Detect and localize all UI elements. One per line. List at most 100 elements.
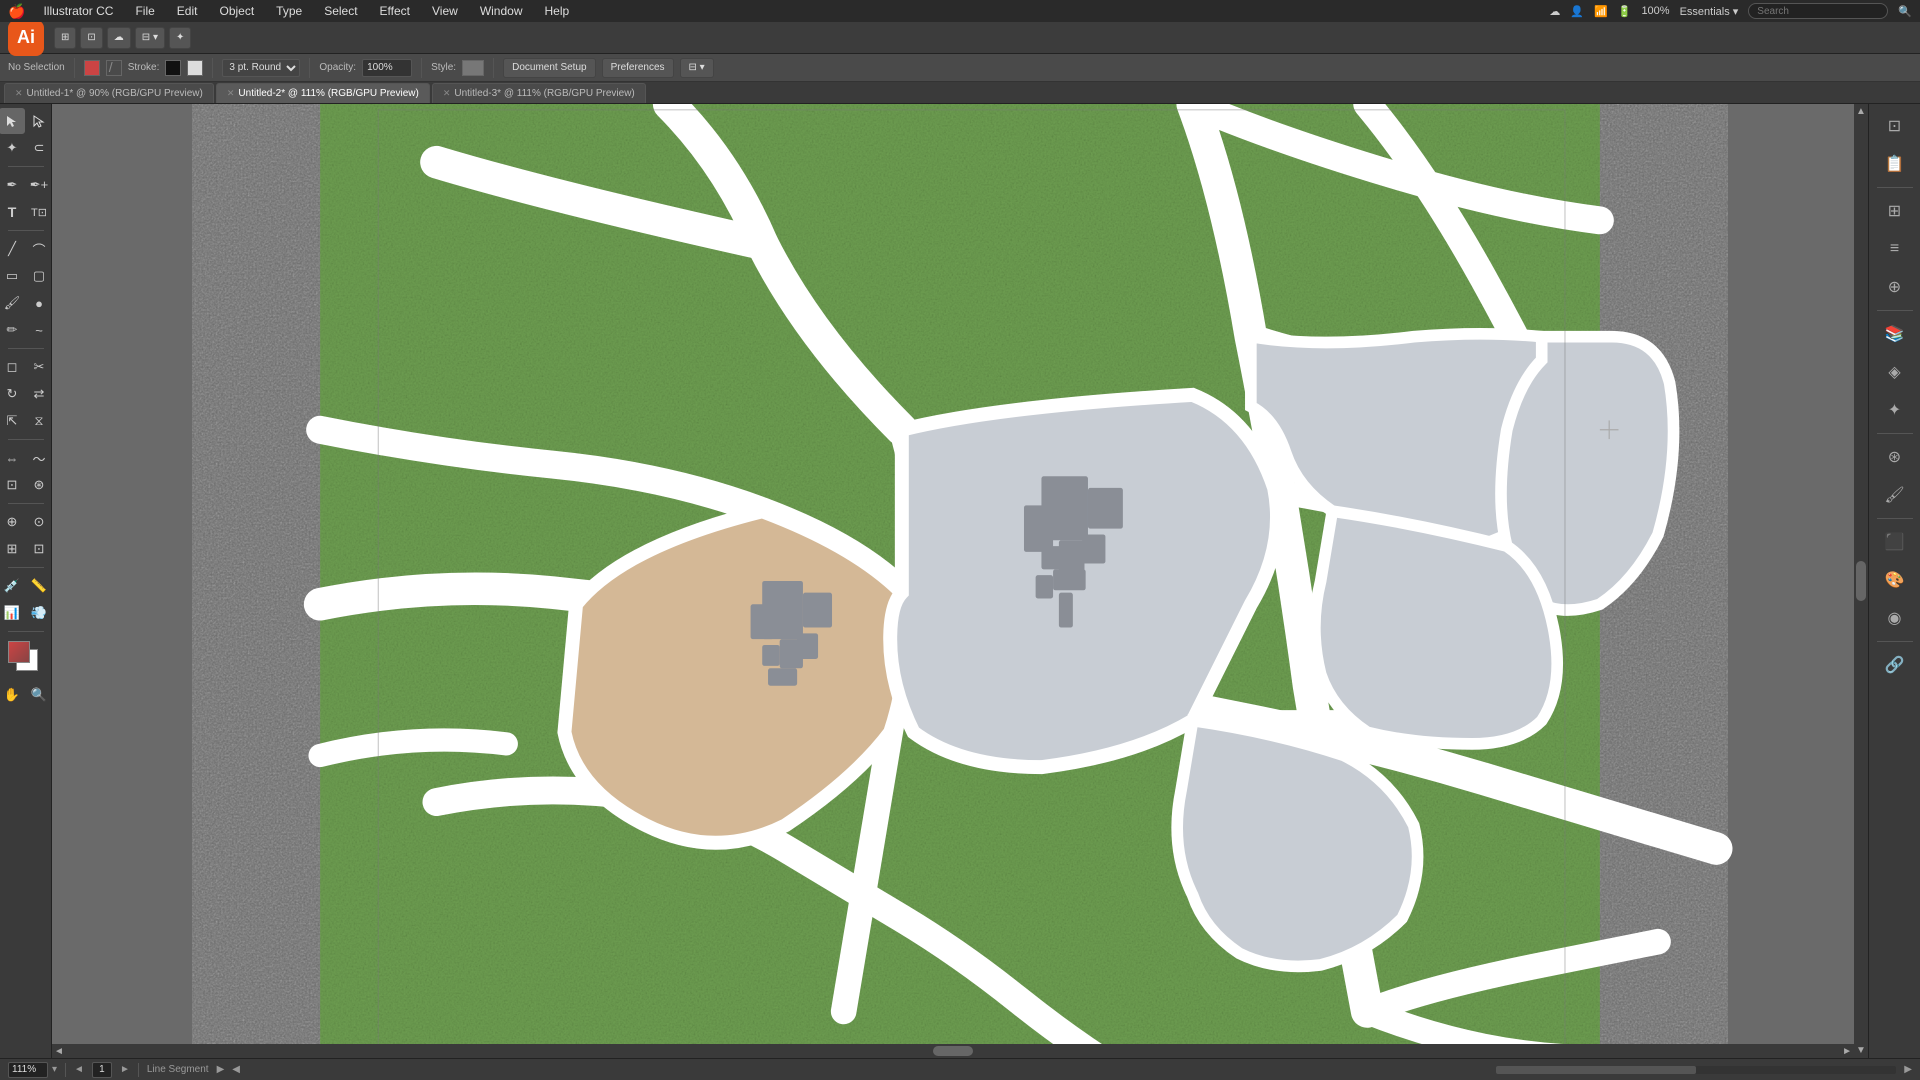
scale-tool[interactable]: ⇱ bbox=[0, 408, 25, 434]
arrange-icons-button[interactable]: ⊟ ▾ bbox=[680, 58, 714, 78]
app-name-menu[interactable]: Illustrator CC bbox=[39, 2, 117, 20]
tab-untitled-3[interactable]: ✕ Untitled-3* @ 111% (RGB/GPU Preview) bbox=[432, 83, 646, 103]
tool-action-arrow[interactable]: ▶ bbox=[217, 1064, 225, 1075]
vertical-scrollbar[interactable]: ▲ ▼ bbox=[1854, 104, 1868, 1058]
reflect-tool[interactable]: ⇄ bbox=[26, 381, 52, 407]
search-input[interactable] bbox=[1748, 3, 1888, 19]
arrange-button[interactable]: ⊟ ▾ bbox=[135, 27, 165, 49]
pathfinder-panel-btn[interactable]: ⊕ bbox=[1877, 269, 1913, 305]
lasso-tool[interactable]: ⊂ bbox=[26, 135, 52, 161]
live-paint-tool[interactable]: ⊙ bbox=[26, 509, 52, 535]
fill-color-box[interactable] bbox=[84, 60, 100, 76]
graphic-styles-panel-btn[interactable]: ✦ bbox=[1877, 392, 1913, 428]
tab-untitled-1[interactable]: ✕ Untitled-1* @ 90% (RGB/GPU Preview) bbox=[4, 83, 214, 103]
tool-action-back[interactable]: ◀ bbox=[232, 1064, 240, 1075]
links-panel-btn[interactable]: 🔗 bbox=[1877, 647, 1913, 683]
width-tool[interactable]: ⇔ bbox=[0, 445, 25, 471]
menu-view[interactable]: View bbox=[428, 2, 462, 20]
color-swatches[interactable] bbox=[8, 641, 44, 677]
style-box[interactable] bbox=[462, 60, 484, 76]
status-right-arrow[interactable]: ▶ bbox=[1904, 1064, 1912, 1075]
stroke-color-box[interactable] bbox=[165, 60, 181, 76]
rotate-tool[interactable]: ↻ bbox=[0, 381, 25, 407]
arc-tool[interactable]: ⌒ bbox=[26, 236, 52, 262]
menu-effect[interactable]: Effect bbox=[376, 2, 414, 20]
transform-panel-btn[interactable]: ⊞ bbox=[1877, 193, 1913, 229]
tab-close-2[interactable]: ✕ bbox=[227, 88, 235, 99]
menu-type[interactable]: Type bbox=[272, 2, 306, 20]
gpu-button[interactable]: ✦ bbox=[169, 27, 191, 49]
swatches-panel-btn[interactable]: ⬛ bbox=[1877, 524, 1913, 560]
artboards-panel-btn[interactable]: 📋 bbox=[1877, 146, 1913, 182]
menu-edit[interactable]: Edit bbox=[173, 2, 202, 20]
symbols-panel-btn[interactable]: ⊛ bbox=[1877, 439, 1913, 475]
page-nav-next[interactable]: ► bbox=[120, 1064, 130, 1075]
color-panel-btn[interactable]: ◉ bbox=[1877, 600, 1913, 636]
zoom-controls[interactable]: ▾ bbox=[8, 1062, 57, 1078]
scissors-tool[interactable]: ✂ bbox=[26, 354, 52, 380]
essentials-dropdown[interactable]: Essentials ▾ bbox=[1680, 5, 1739, 18]
smooth-tool[interactable]: ~ bbox=[26, 317, 52, 343]
document-setup-button[interactable]: Document Setup bbox=[503, 58, 596, 78]
foreground-color-swatch[interactable] bbox=[8, 641, 30, 663]
menu-select[interactable]: Select bbox=[320, 2, 361, 20]
shear-tool[interactable]: ⧖ bbox=[26, 408, 52, 434]
add-anchor-tool[interactable]: ✒+ bbox=[26, 172, 52, 198]
preferences-button[interactable]: Preferences bbox=[602, 58, 674, 78]
cloud-files-button[interactable]: ☁ bbox=[107, 27, 131, 49]
selection-tool[interactable] bbox=[0, 108, 25, 134]
menu-help[interactable]: Help bbox=[541, 2, 574, 20]
scroll-left-arrow[interactable]: ◄ bbox=[54, 1046, 64, 1057]
libraries-panel-btn[interactable]: 📚 bbox=[1877, 316, 1913, 352]
hand-tool[interactable]: ✋ bbox=[0, 682, 25, 708]
horizontal-scrollbar[interactable]: ◄ ► bbox=[52, 1044, 1854, 1058]
color-guide-panel-btn[interactable]: 🎨 bbox=[1877, 562, 1913, 598]
brushes-panel-btn[interactable]: 🖌 bbox=[1877, 477, 1913, 513]
free-transform-tool[interactable]: ⊡ bbox=[0, 472, 25, 498]
tab-untitled-2[interactable]: ✕ Untitled-2* @ 111% (RGB/GPU Preview) bbox=[216, 83, 430, 103]
scroll-thumb[interactable] bbox=[1856, 561, 1866, 601]
open-file-button[interactable]: ⊡ bbox=[80, 27, 102, 49]
shape-builder-tool[interactable]: ⊕ bbox=[0, 509, 25, 535]
scroll-right-arrow[interactable]: ► bbox=[1842, 1046, 1852, 1057]
zoom-input[interactable] bbox=[8, 1062, 48, 1078]
zoom-tool[interactable]: 🔍 bbox=[26, 682, 52, 708]
eraser-tool[interactable]: ◻ bbox=[0, 354, 25, 380]
opacity-input[interactable] bbox=[362, 59, 412, 77]
direct-selection-tool[interactable] bbox=[26, 108, 52, 134]
perspective-grid-tool[interactable]: ⊞ bbox=[0, 536, 25, 562]
paintbrush-tool[interactable]: 🖌 bbox=[0, 290, 25, 316]
appearance-panel-btn[interactable]: ◈ bbox=[1877, 354, 1913, 390]
canvas-area[interactable]: ▲ ▼ ◄ ► bbox=[52, 104, 1868, 1058]
warp-tool[interactable]: 〜 bbox=[26, 445, 52, 471]
symbol-sprayer-tool[interactable]: 💨 bbox=[26, 600, 52, 626]
pencil-tool[interactable]: ✏ bbox=[0, 317, 25, 343]
align-panel-btn[interactable]: ≡ bbox=[1877, 231, 1913, 267]
menu-object[interactable]: Object bbox=[215, 2, 258, 20]
zoom-dropdown-arrow[interactable]: ▾ bbox=[52, 1064, 57, 1075]
area-type-tool[interactable]: T⊡ bbox=[26, 199, 52, 225]
search-icon[interactable]: 🔍 bbox=[1898, 5, 1912, 18]
puppet-warp-tool[interactable]: ⊛ bbox=[26, 472, 52, 498]
stroke-color-box2[interactable] bbox=[187, 60, 203, 76]
column-graph-tool[interactable]: 📊 bbox=[0, 600, 25, 626]
new-file-button[interactable]: ⊞ bbox=[54, 27, 76, 49]
tab-close-3[interactable]: ✕ bbox=[443, 88, 451, 99]
layers-panel-btn[interactable]: ⊡ bbox=[1877, 108, 1913, 144]
measure-tool[interactable]: 📏 bbox=[26, 573, 52, 599]
pen-tool[interactable]: ✒ bbox=[0, 172, 25, 198]
menu-window[interactable]: Window bbox=[476, 2, 527, 20]
page-number-input[interactable] bbox=[92, 1062, 112, 1078]
tab-close-1[interactable]: ✕ bbox=[15, 88, 23, 99]
perspective-select-tool[interactable]: ⊡ bbox=[26, 536, 52, 562]
line-segment-tool[interactable]: ╱ bbox=[0, 236, 25, 262]
magic-wand-tool[interactable]: ✦ bbox=[0, 135, 25, 161]
scroll-down-arrow[interactable]: ▼ bbox=[1856, 1045, 1866, 1056]
apple-menu[interactable]: 🍎 bbox=[8, 3, 25, 20]
eyedropper-tool[interactable]: 💉 bbox=[0, 573, 25, 599]
blob-brush-tool[interactable]: ● bbox=[26, 290, 52, 316]
stroke-weight-select[interactable]: 3 pt. Round 1 pt. 2 pt. 5 pt. bbox=[222, 59, 300, 77]
scroll-h-thumb[interactable] bbox=[933, 1046, 973, 1056]
rectangle-tool[interactable]: ▭ bbox=[0, 263, 25, 289]
page-nav-prev[interactable]: ◄ bbox=[74, 1064, 84, 1075]
